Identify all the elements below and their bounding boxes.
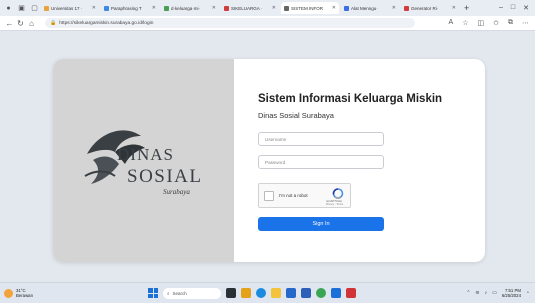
browser-tab-active[interactable]: SISTEM INFOR ✕: [281, 2, 339, 14]
close-window-button[interactable]: ✕: [523, 4, 529, 12]
tab-favicon-icon: [44, 5, 49, 11]
taskbar-search[interactable]: ⌕ Search: [163, 287, 221, 299]
toolbar-icons: A ☆ ◫ ✩ ⧉ ⋯: [449, 19, 531, 27]
more-menu-icon[interactable]: ⋯: [522, 19, 529, 27]
volume-icon[interactable]: ♪: [485, 290, 488, 296]
lock-icon: 🔒: [50, 20, 57, 26]
system-tray: ⌃ ≋ ♪ ▭ 7:51 PM 6/25/2024 ◔: [466, 288, 529, 298]
store-icon[interactable]: [286, 288, 296, 298]
window-controls: – □ ✕: [499, 4, 533, 12]
logo-panel: DINAS SOSIAL Surabaya: [53, 59, 234, 262]
browser-tab[interactable]: Universitas 17 · ✕: [41, 2, 99, 14]
login-form-panel: Sistem Informasi Keluarga Miskin Dinas S…: [234, 59, 485, 262]
back-icon[interactable]: ←: [4, 19, 15, 28]
logo-text-surabaya: Surabaya: [163, 188, 190, 196]
weather-sun-icon: [4, 288, 13, 298]
recaptcha-terms-link[interactable]: Privacy - Terms: [326, 203, 343, 206]
split-screen-icon[interactable]: ◫: [478, 19, 485, 27]
logo-text-sosial: SOSIAL: [127, 166, 203, 187]
tab-favicon-icon: [164, 5, 169, 11]
edge-browser-icon[interactable]: [256, 288, 266, 298]
tab-actions-icon[interactable]: ▢: [30, 4, 39, 13]
page-title: Sistem Informasi Keluarga Miskin: [258, 93, 443, 105]
refresh-icon[interactable]: ↻: [15, 19, 26, 28]
folder-icon[interactable]: [271, 288, 281, 298]
maximize-button[interactable]: □: [511, 4, 515, 12]
username-input[interactable]: [258, 132, 384, 146]
tab-close-icon[interactable]: ✕: [452, 5, 456, 11]
new-tab-button[interactable]: +: [464, 3, 469, 13]
browser-tab-bar: ● ▣ ▢ Universitas 17 · ✕ Paraphrasing T …: [0, 0, 535, 16]
tab-label: Alat Menngu·: [351, 5, 378, 11]
browser-tab[interactable]: Generator Ri· ✕: [401, 2, 459, 14]
task-view-icon[interactable]: [226, 288, 236, 298]
page-subtitle: Dinas Sosial Surabaya: [258, 111, 334, 120]
url-text: https://sikeluargamiskin.surabaya.go.id/…: [59, 20, 154, 26]
tray-chevron-icon[interactable]: ⌃: [466, 290, 470, 296]
teams-icon[interactable]: [331, 288, 341, 298]
tab-close-icon[interactable]: ✕: [212, 5, 216, 11]
clock[interactable]: 7:51 PM 6/25/2024: [502, 288, 521, 298]
tab-label: SIKELUARGA ·: [231, 5, 263, 11]
favorites-icon[interactable]: ✩: [493, 19, 499, 27]
tab-close-icon[interactable]: ✕: [152, 5, 156, 11]
page-content: DINAS SOSIAL Surabaya Sistem Informasi K…: [0, 31, 535, 282]
recaptcha-label: I'm not a robot: [279, 193, 308, 198]
minimize-button[interactable]: –: [499, 4, 503, 12]
tab-favicon-icon: [284, 5, 289, 11]
dinas-sosial-logo: DINAS SOSIAL Surabaya: [84, 130, 203, 196]
recaptcha-widget: I'm not a robot reCAPTCHA Privacy - Term…: [258, 183, 351, 208]
recaptcha-logo-icon: [332, 188, 344, 199]
browser-tab[interactable]: SIKELUARGA · ✕: [221, 2, 279, 14]
read-aloud-icon[interactable]: A: [449, 19, 454, 27]
home-icon[interactable]: ⌂: [26, 19, 37, 28]
tab-favicon-icon: [404, 5, 409, 11]
address-bar[interactable]: 🔒 https://sikeluargamiskin.surabaya.go.i…: [45, 18, 415, 28]
battery-icon[interactable]: ▭: [492, 290, 497, 296]
tab-favicon-icon: [344, 5, 349, 11]
chrome-icon[interactable]: [316, 288, 326, 298]
app-red-icon[interactable]: [346, 288, 356, 298]
recaptcha-checkbox[interactable]: [264, 191, 274, 201]
notification-icon[interactable]: ◔: [526, 290, 529, 296]
browser-tab[interactable]: d·keluarga·mi· ✕: [161, 2, 219, 14]
weather-widget[interactable]: 31°C Berawan: [4, 288, 33, 298]
tab-close-icon[interactable]: ✕: [272, 5, 276, 11]
tab-label: Paraphrasing T: [111, 5, 142, 11]
login-card: DINAS SOSIAL Surabaya Sistem Informasi K…: [53, 59, 485, 262]
logo-text-dinas: DINAS: [117, 145, 174, 164]
tab-label: Generator Ri·: [411, 5, 439, 11]
taskbar-apps: ⌕ Search: [148, 287, 356, 299]
profile-icon[interactable]: ●: [4, 4, 13, 13]
favorite-star-icon[interactable]: ☆: [462, 19, 468, 27]
wifi-icon[interactable]: ≋: [475, 290, 479, 296]
browser-tab[interactable]: Alat Menngu· ✕: [341, 2, 399, 14]
tab-label: d·keluarga·mi·: [171, 5, 201, 11]
windows-start-icon[interactable]: [148, 288, 158, 298]
browser-tab[interactable]: Paraphrasing T ✕: [101, 2, 159, 14]
weather-desc: Berawan: [16, 293, 33, 298]
file-explorer-icon[interactable]: [241, 288, 251, 298]
collections-icon[interactable]: ⧉: [508, 19, 513, 27]
tab-close-icon[interactable]: ✕: [332, 5, 336, 11]
password-input[interactable]: [258, 155, 384, 169]
tab-favicon-icon: [104, 5, 109, 11]
tab-label: Universitas 17 ·: [51, 5, 83, 11]
tab-favicon-icon: [224, 5, 229, 11]
windows-taskbar: 31°C Berawan ⌕ Search ⌃ ≋ ♪ ▭ 7:51 PM 6/…: [0, 282, 535, 303]
tab-close-icon[interactable]: ✕: [92, 5, 96, 11]
clock-date: 6/25/2024: [501, 293, 521, 298]
search-icon: ⌕: [167, 290, 170, 296]
workspaces-icon[interactable]: ▣: [17, 4, 26, 13]
sign-in-button[interactable]: Sign In: [258, 217, 384, 231]
tab-label: SISTEM INFOR: [291, 5, 324, 11]
taskbar-search-label: Search: [172, 290, 187, 296]
word-app-icon[interactable]: [301, 288, 311, 298]
browser-toolbar: ← ↻ ⌂ 🔒 https://sikeluargamiskin.surabay…: [0, 16, 535, 31]
tab-close-icon[interactable]: ✕: [392, 5, 396, 11]
